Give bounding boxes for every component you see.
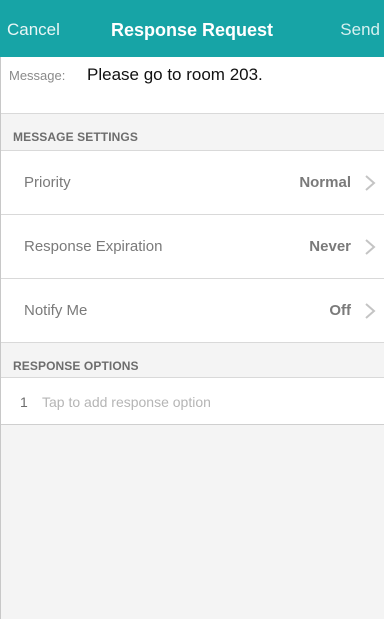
left-divider [0,57,1,619]
notify-me-row[interactable]: Notify Me Off [0,279,384,343]
response-options-header-label: RESPONSE OPTIONS [13,359,139,373]
send-button[interactable]: Send [340,20,380,40]
response-option-index: 1 [20,394,28,410]
response-option-placeholder[interactable]: Tap to add response option [42,394,211,410]
notify-me-label: Notify Me [24,302,88,319]
response-options-header: RESPONSE OPTIONS [0,343,384,378]
response-expiration-label: Response Expiration [24,238,163,255]
message-label: Message: [9,68,66,83]
priority-value: Normal [299,174,351,191]
navigation-bar: Cancel Response Request Send [0,0,384,57]
page-title: Response Request [110,20,274,40]
priority-label: Priority [24,174,71,191]
priority-row[interactable]: Priority Normal [0,151,384,215]
chevron-right-icon [365,303,376,319]
message-settings-header: MESSAGE SETTINGS [0,114,384,151]
notify-me-value: Off [329,302,351,319]
message-text[interactable]: Please go to room 203. [87,65,263,85]
response-expiration-row[interactable]: Response Expiration Never [0,215,384,279]
message-settings-header-label: MESSAGE SETTINGS [13,130,138,144]
response-expiration-value: Never [309,238,351,255]
empty-content-area [0,425,384,619]
chevron-right-icon [365,175,376,191]
chevron-right-icon [365,239,376,255]
message-row[interactable]: Message: Please go to room 203. [0,57,384,114]
response-option-input[interactable]: 1 Tap to add response option [0,378,384,425]
